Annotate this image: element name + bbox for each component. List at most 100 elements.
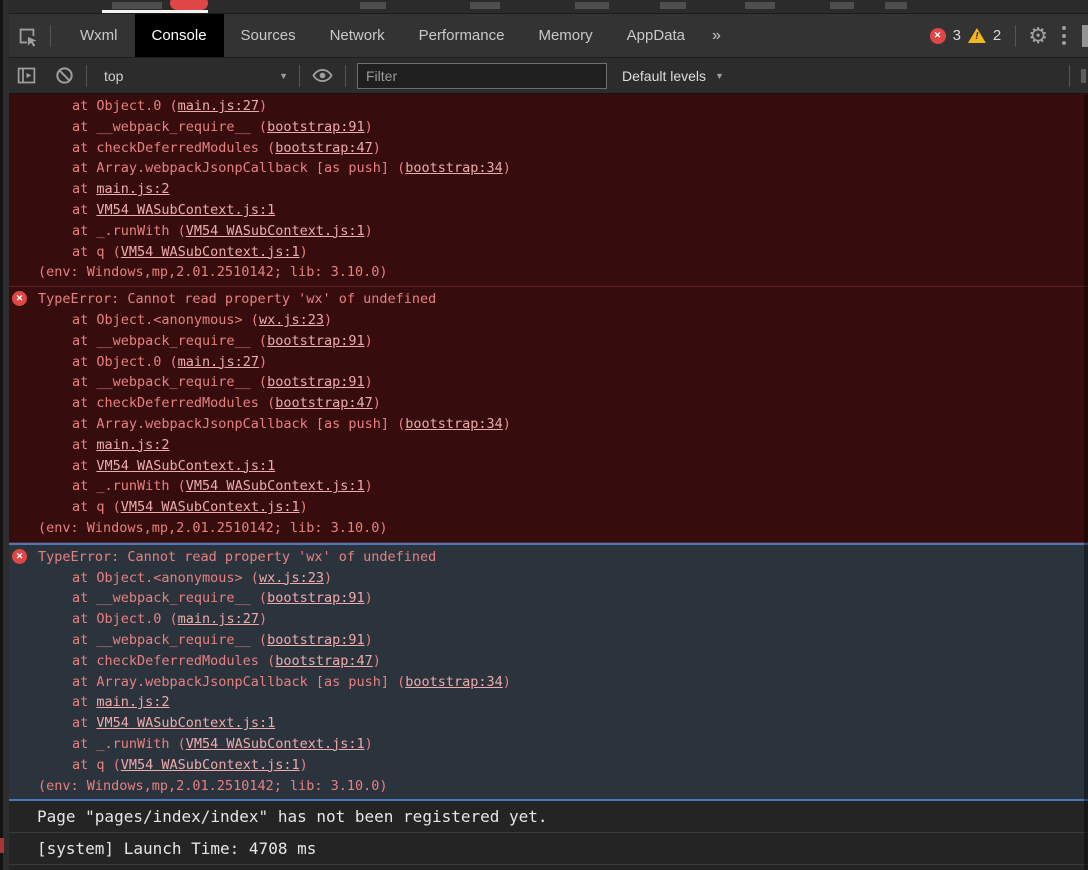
source-location-link[interactable]: VM54 WASubContext.js:1 [96, 715, 275, 731]
source-location-link[interactable]: VM54 WASubContext.js:1 [96, 458, 275, 474]
source-location-link[interactable]: bootstrap:47 [275, 653, 373, 669]
inspect-element-button[interactable] [16, 25, 38, 47]
tab-sources[interactable]: Sources [224, 14, 313, 57]
source-location-link[interactable]: wx.js:23 [259, 312, 324, 328]
stack-frame-line: at Object.0 (main.js:27) [38, 96, 1088, 117]
stack-text: ) [365, 333, 373, 349]
tab-network[interactable]: Network [313, 14, 402, 57]
scrollbar-track[interactable] [1084, 95, 1088, 870]
more-tabs-button[interactable]: » [712, 27, 721, 45]
stack-frame-line: at __webpack_require__ (bootstrap:91) [38, 331, 1088, 352]
stack-frame-line: at checkDeferredModules (bootstrap:47) [38, 651, 1088, 672]
stack-text: at Array.webpackJsonpCallback [as push] … [72, 674, 405, 690]
stack-frame-line: at Array.webpackJsonpCallback [as push] … [38, 158, 1088, 179]
source-location-link[interactable]: main.js:2 [96, 181, 169, 197]
tab-wxml[interactable]: Wxml [63, 14, 135, 57]
stack-frame-line: at checkDeferredModules (bootstrap:47) [38, 393, 1088, 414]
log-levels-dropdown[interactable]: Default levels ▼ [622, 68, 724, 84]
error-count-icon[interactable]: ✕ [930, 28, 946, 44]
warning-count[interactable]: 2 [993, 27, 1001, 44]
source-location-link[interactable]: VM54 WASubContext.js:1 [96, 202, 275, 218]
source-location-link[interactable]: bootstrap:91 [267, 374, 365, 390]
settings-gear-icon[interactable]: ⚙ [1028, 25, 1048, 47]
stack-frame-line: (env: Windows,mp,2.01.2510142; lib: 3.10… [38, 776, 1088, 797]
ban-circle-icon [54, 65, 75, 86]
source-location-link[interactable]: main.js:2 [96, 694, 169, 710]
stack-frame-line: at __webpack_require__ (bootstrap:91) [38, 117, 1088, 138]
stack-frame-line: at q (VM54 WASubContext.js:1) [38, 242, 1088, 263]
cropped-upper-toolbar [0, 0, 1088, 14]
source-location-link[interactable]: bootstrap:91 [267, 119, 365, 135]
log-levels-label: Default levels [622, 68, 706, 84]
source-location-link[interactable]: main.js:27 [178, 354, 259, 370]
stack-text: at _.runWith ( [72, 736, 186, 752]
console-toolbar: top ▼ Default levels ▼ [0, 58, 1088, 94]
separator [299, 65, 300, 87]
console-info-message[interactable]: Page "pages/index/index" has not been re… [0, 801, 1088, 833]
active-tab-underline [102, 10, 208, 13]
stack-text: ) [365, 223, 373, 239]
stack-text: ) [503, 416, 511, 432]
error-count[interactable]: 3 [953, 27, 961, 44]
source-location-link[interactable]: bootstrap:91 [267, 590, 365, 606]
more-options-menu-icon[interactable] [1062, 25, 1066, 47]
console-error-message[interactable]: at Object.0 (main.js:27)at __webpack_req… [0, 94, 1088, 287]
source-location-link[interactable]: main.js:27 [178, 611, 259, 627]
source-location-link[interactable]: VM54 WASubContext.js:1 [186, 223, 365, 239]
stack-text: ) [300, 244, 308, 260]
source-location-link[interactable]: main.js:27 [178, 98, 259, 114]
source-location-link[interactable]: bootstrap:47 [275, 395, 373, 411]
cropped-content-noise [360, 2, 386, 9]
source-location-link[interactable]: bootstrap:91 [267, 632, 365, 648]
source-location-link[interactable]: VM54 WASubContext.js:1 [186, 736, 365, 752]
live-expression-button[interactable] [311, 64, 334, 87]
tab-performance[interactable]: Performance [402, 14, 522, 57]
stack-text: at q ( [72, 499, 121, 515]
source-location-link[interactable]: bootstrap:34 [405, 160, 503, 176]
stack-text: at __webpack_require__ ( [72, 333, 267, 349]
cropped-content-noise [745, 2, 775, 9]
stack-text: at Object.0 ( [72, 98, 178, 114]
clear-console-button[interactable] [54, 65, 75, 86]
stack-text: (env: Windows,mp,2.01.2510142; lib: 3.10… [38, 520, 388, 536]
stack-text: ) [373, 140, 381, 156]
eye-icon [311, 64, 334, 87]
stack-frame-line: at VM54 WASubContext.js:1 [38, 200, 1088, 221]
source-location-link[interactable]: VM54 WASubContext.js:1 [186, 478, 365, 494]
red-badge [170, 0, 208, 10]
console-error-message[interactable]: ✕TypeError: Cannot read property 'wx' of… [0, 287, 1088, 543]
source-location-link[interactable]: bootstrap:47 [275, 140, 373, 156]
source-location-link[interactable]: wx.js:23 [259, 570, 324, 586]
filter-input[interactable] [357, 63, 607, 89]
console-info-message[interactable]: [system] Launch Time: 4708 ms [0, 833, 1088, 865]
stack-frame-line: at Object.<anonymous> (wx.js:23) [38, 310, 1088, 331]
stack-text: TypeError: Cannot read property 'wx' of … [38, 291, 436, 307]
source-location-link[interactable]: VM54 WASubContext.js:1 [121, 757, 300, 773]
source-location-link[interactable]: bootstrap:91 [267, 333, 365, 349]
tab-memory[interactable]: Memory [521, 14, 609, 57]
javascript-context-selector[interactable]: top ▼ [98, 68, 288, 84]
stack-frame-line: at Array.webpackJsonpCallback [as push] … [38, 414, 1088, 435]
separator [50, 25, 51, 47]
console-sidebar-toggle-button[interactable] [16, 65, 37, 86]
chevron-down-icon: ▼ [279, 71, 288, 81]
separator [86, 65, 87, 87]
stack-text: ) [373, 395, 381, 411]
tab-console[interactable]: Console [135, 14, 224, 57]
stack-frame-line: at _.runWith (VM54 WASubContext.js:1) [38, 476, 1088, 497]
stack-frame-line: at main.js:2 [38, 692, 1088, 713]
console-error-message-selected[interactable]: ✕TypeError: Cannot read property 'wx' of… [0, 543, 1088, 802]
stack-frame-line: at Array.webpackJsonpCallback [as push] … [38, 672, 1088, 693]
source-location-link[interactable]: VM54 WASubContext.js:1 [121, 499, 300, 515]
cropped-content-noise [470, 2, 500, 9]
stack-frame-line: at Object.0 (main.js:27) [38, 352, 1088, 373]
source-location-link[interactable]: bootstrap:34 [405, 674, 503, 690]
stack-text: ) [259, 354, 267, 370]
source-location-link[interactable]: VM54 WASubContext.js:1 [121, 244, 300, 260]
tab-appdata[interactable]: AppData [610, 14, 702, 57]
stack-text: at checkDeferredModules ( [72, 140, 275, 156]
source-location-link[interactable]: bootstrap:34 [405, 416, 503, 432]
warning-count-icon[interactable]: ! [968, 28, 986, 43]
source-location-link[interactable]: main.js:2 [96, 437, 169, 453]
cropped-content-noise [830, 2, 854, 9]
